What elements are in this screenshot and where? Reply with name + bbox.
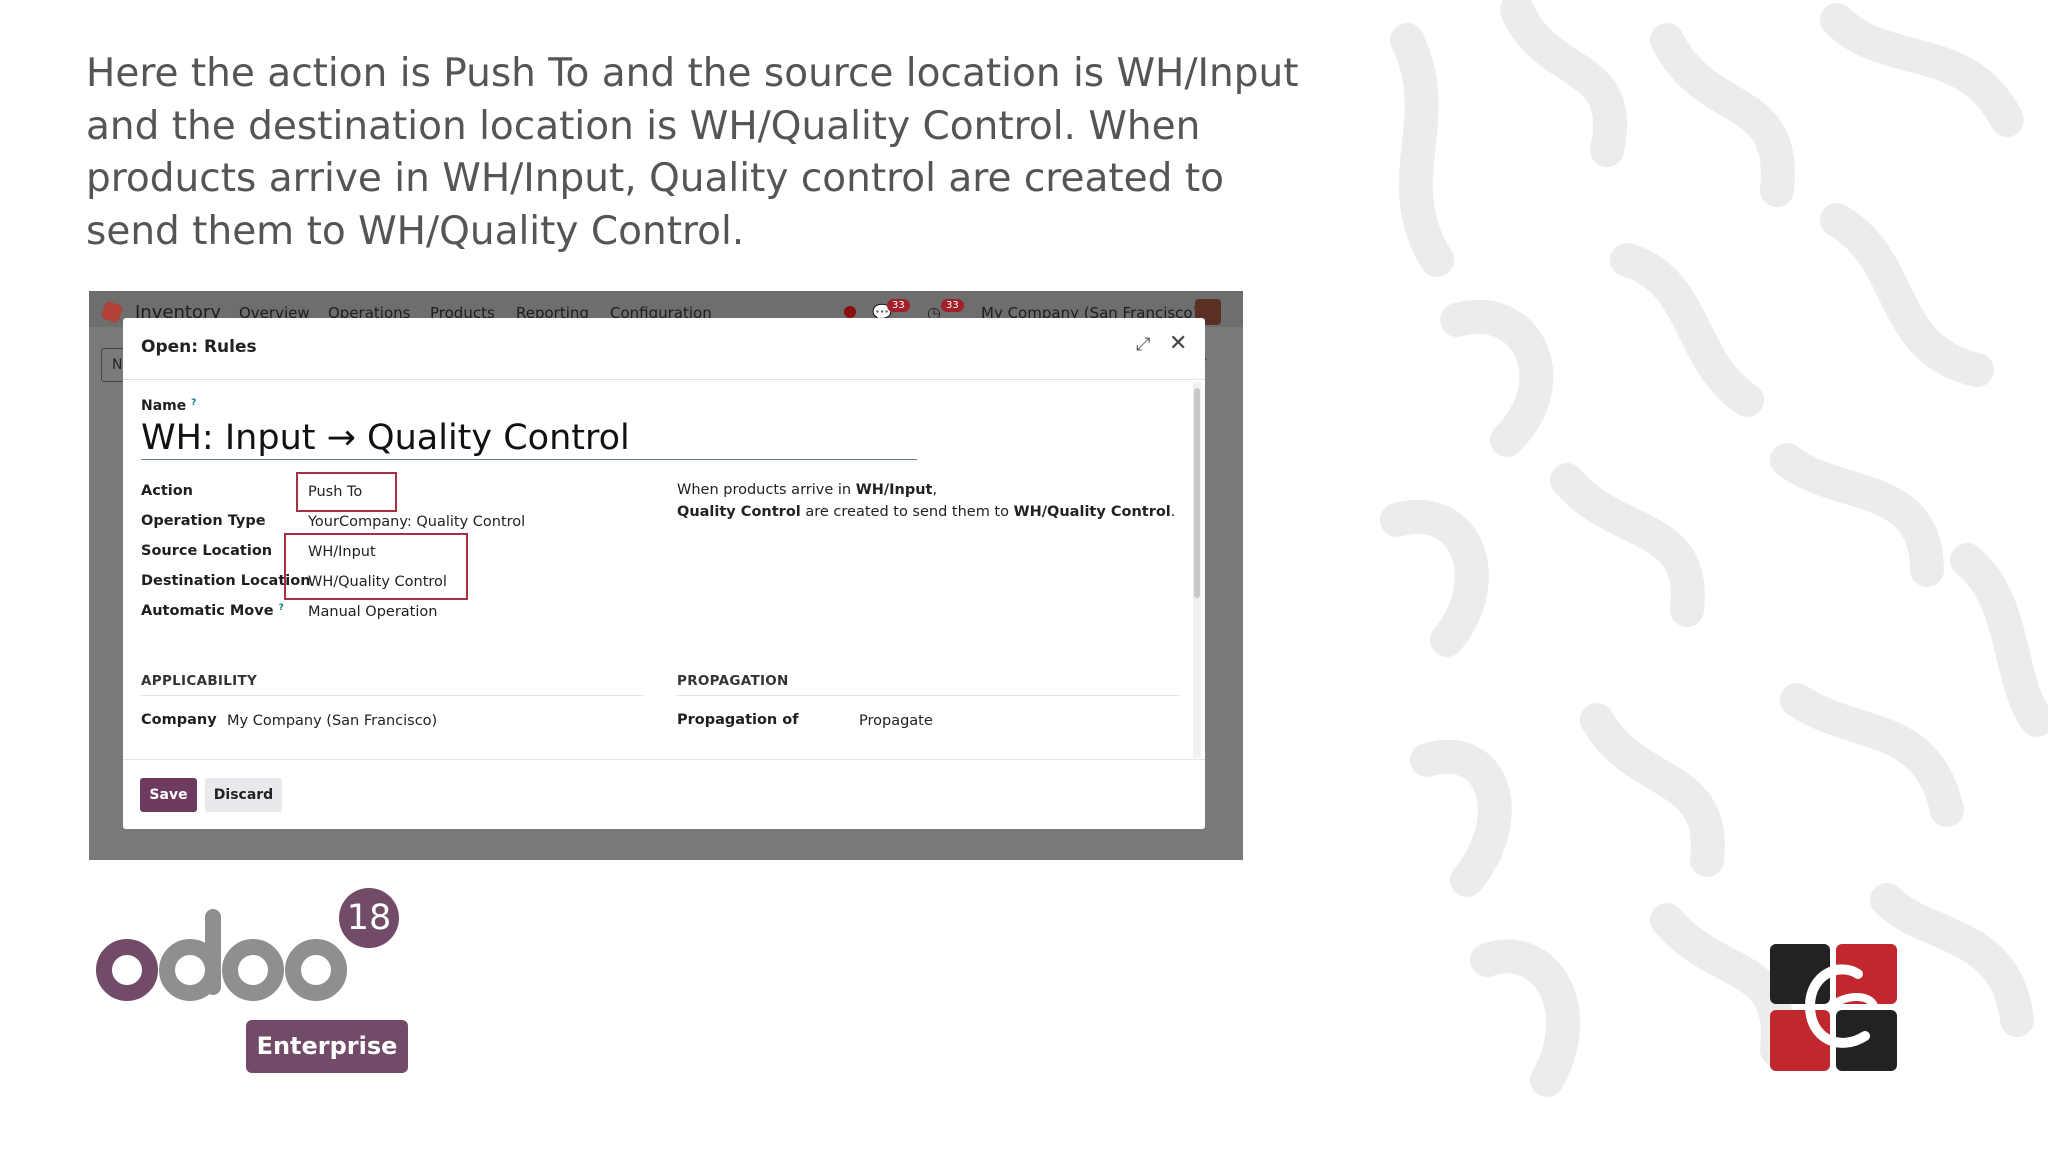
action-highlight-box: [296, 472, 397, 512]
messages-badge: 33: [887, 299, 910, 312]
operation-type-value[interactable]: YourCompany: Quality Control: [308, 514, 525, 530]
automatic-move-label: Automatic Move ?: [141, 603, 284, 619]
dialog-footer: Save Discard: [123, 759, 1205, 829]
rule-description: When products arrive in WH/Input, Qualit…: [677, 482, 1176, 520]
version-badge: 18: [339, 888, 399, 948]
name-input[interactable]: [141, 417, 917, 460]
company-value[interactable]: My Company (San Francisco): [227, 713, 437, 729]
action-label: Action: [141, 483, 194, 499]
enterprise-badge: Enterprise: [246, 1020, 408, 1073]
operation-type-label: Operation Type: [141, 513, 266, 529]
rules-dialog: Open: Rules ⤢ ✕ Name ? Action Push To Op…: [123, 318, 1205, 829]
dialog-scrollbar-thumb[interactable]: [1194, 388, 1200, 598]
dialog-title: Open: Rules: [141, 337, 257, 357]
company-logo: [1770, 944, 1897, 1071]
name-help-icon[interactable]: ?: [191, 398, 196, 408]
name-label: Name ?: [141, 398, 197, 414]
propagation-divider: [677, 695, 1179, 696]
expand-icon[interactable]: ⤢: [1136, 334, 1150, 355]
automatic-move-help-icon[interactable]: ?: [279, 603, 284, 613]
propagation-heading: PROPAGATION: [677, 673, 789, 689]
propagation-of-label: Propagation of: [677, 712, 799, 728]
discard-button[interactable]: Discard: [205, 778, 282, 812]
activities-badge: 33: [941, 299, 964, 312]
locations-highlight-box: [284, 533, 468, 600]
status-dot-icon[interactable]: [844, 306, 856, 318]
decorative-pattern: [1367, 0, 2048, 1152]
scroll-clip: Company My Company (San Francisco) Propa…: [123, 698, 1191, 758]
slide-caption: Here the action is Push To and the sourc…: [86, 51, 1299, 254]
dialog-header: Open: Rules ⤢ ✕: [123, 318, 1205, 380]
company-label: Company: [141, 712, 217, 728]
applicability-heading: APPLICABILITY: [141, 673, 258, 689]
automatic-move-value[interactable]: Manual Operation: [308, 604, 437, 620]
propagation-of-value[interactable]: Propagate: [859, 713, 933, 729]
inventory-app-icon[interactable]: [100, 300, 124, 324]
close-icon[interactable]: ✕: [1169, 331, 1187, 356]
odoo-screenshot: Inventory Overview Operations Products R…: [89, 291, 1243, 860]
source-location-label: Source Location: [141, 543, 273, 559]
save-button[interactable]: Save: [140, 778, 197, 812]
applicability-divider: [141, 695, 643, 696]
